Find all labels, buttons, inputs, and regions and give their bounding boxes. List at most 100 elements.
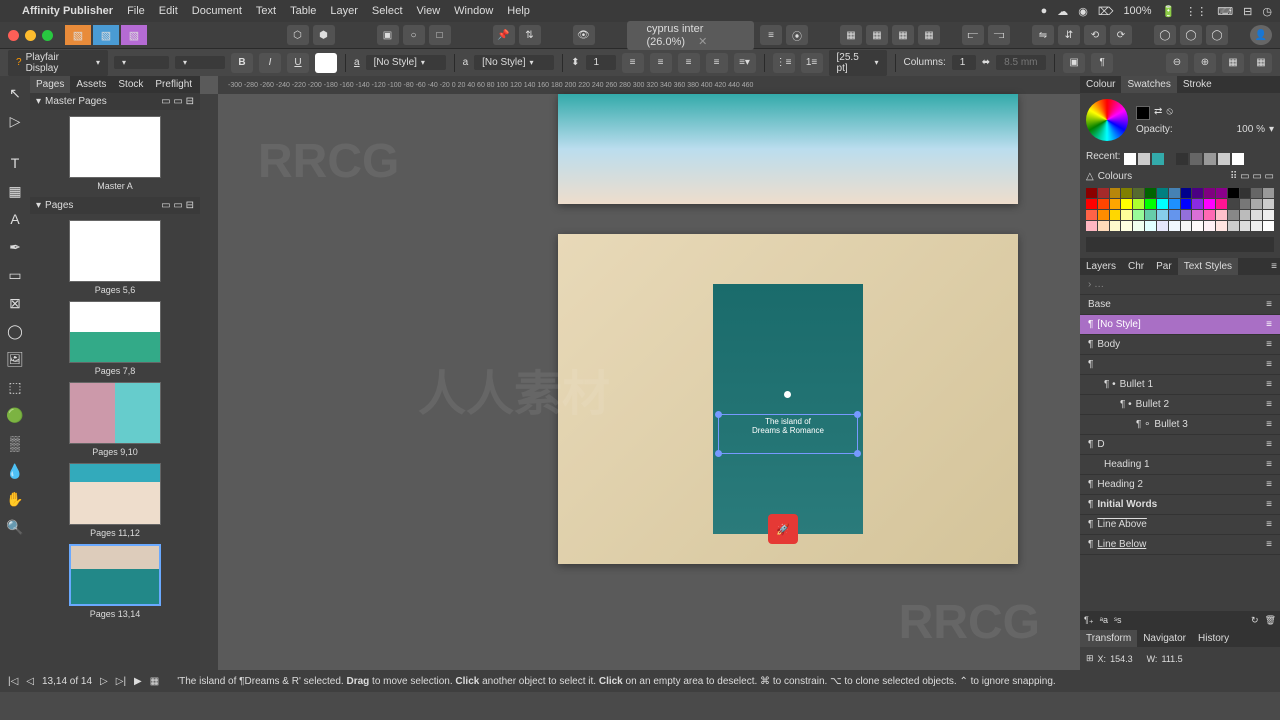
palette-icon[interactable]: △ bbox=[1086, 171, 1094, 182]
palette-options-icon[interactable]: ⠿ ▭ ▭ ▭ bbox=[1230, 171, 1274, 182]
tab-text-styles[interactable]: Text Styles bbox=[1178, 258, 1238, 275]
menu-select[interactable]: Select bbox=[372, 5, 403, 17]
tab-par[interactable]: Par bbox=[1150, 258, 1178, 275]
new-group-style-icon[interactable]: ˢs bbox=[1114, 615, 1122, 626]
style-item[interactable]: ¶ ∘Bullet 3≡ bbox=[1080, 415, 1280, 435]
tab-transform[interactable]: Transform bbox=[1080, 630, 1137, 647]
control-center-icon[interactable]: ⊟ bbox=[1243, 5, 1252, 18]
char-style-select[interactable]: [No Style]▾ bbox=[474, 55, 554, 70]
recent-swatch[interactable] bbox=[1190, 153, 1202, 165]
baseline-icon[interactable]: ≡ bbox=[760, 25, 782, 45]
frame-settings-icon[interactable]: ▦ bbox=[1222, 53, 1244, 73]
last-page-icon[interactable]: ▷| bbox=[116, 676, 126, 687]
pen-tool[interactable]: ✒ bbox=[4, 236, 26, 258]
menu-document[interactable]: Document bbox=[192, 5, 242, 17]
arrange-backward-icon[interactable]: ▦ bbox=[866, 25, 888, 45]
tab-swatches[interactable]: Swatches bbox=[1121, 76, 1176, 93]
font-weight-select[interactable]: ▾ bbox=[175, 56, 225, 69]
vertical-ruler[interactable] bbox=[200, 94, 218, 670]
menu-edit[interactable]: Edit bbox=[159, 5, 178, 17]
italic-button[interactable]: I bbox=[259, 53, 281, 73]
selected-text-frame[interactable]: The island of Dreams & Romance bbox=[718, 414, 858, 454]
snapshot-icon[interactable]: ⬢ bbox=[313, 25, 335, 45]
recent-swatch[interactable] bbox=[1152, 153, 1164, 165]
style-item[interactable]: ¶D≡ bbox=[1080, 435, 1280, 455]
swap-icon[interactable]: ⇄ bbox=[1154, 106, 1162, 120]
transform-x[interactable]: 154.3 bbox=[1110, 654, 1133, 664]
picture-frame-tool[interactable]: ⊠ bbox=[4, 292, 26, 314]
style-item[interactable]: ¶ •Bullet 2≡ bbox=[1080, 395, 1280, 415]
recent-swatch[interactable] bbox=[1124, 153, 1136, 165]
delete-style-icon[interactable]: 🗑 bbox=[1265, 615, 1276, 626]
designer-persona[interactable]: ▧ bbox=[93, 25, 119, 45]
preview-icon[interactable]: 👁 bbox=[573, 25, 595, 45]
keyboard-icon[interactable]: ⌨ bbox=[1217, 5, 1233, 18]
align-center-text-icon[interactable]: ≡ bbox=[650, 53, 672, 73]
preflight-icon[interactable]: ⬡ bbox=[287, 25, 309, 45]
underline-button[interactable]: U bbox=[287, 53, 309, 73]
menu-view[interactable]: View bbox=[417, 5, 441, 17]
ellipse-tool[interactable]: ◯ bbox=[4, 320, 26, 342]
arrange-front-icon[interactable]: ▦ bbox=[918, 25, 940, 45]
square-icon[interactable]: □ bbox=[429, 25, 451, 45]
zoom-out-icon[interactable]: ⊖ bbox=[1166, 53, 1188, 73]
minimize-button[interactable] bbox=[25, 30, 36, 41]
canvas[interactable]: The island of Dreams & Romance 🚀 RRCG 人人… bbox=[218, 94, 1080, 670]
clock-icon[interactable]: ◷ bbox=[1262, 5, 1272, 18]
circle-icon[interactable]: ○ bbox=[403, 25, 425, 45]
spread-13-14[interactable]: The island of Dreams & Romance 🚀 bbox=[558, 234, 1018, 564]
menu-text[interactable]: Text bbox=[256, 5, 276, 17]
add-icon[interactable]: ◯ bbox=[1154, 25, 1176, 45]
recent-swatch[interactable] bbox=[1232, 153, 1244, 165]
subtract-icon[interactable]: ◯ bbox=[1180, 25, 1202, 45]
zoom-in-icon[interactable]: ⊕ bbox=[1194, 53, 1216, 73]
transparency-tool[interactable]: ▒ bbox=[4, 432, 26, 454]
colours-dropdown[interactable]: Colours bbox=[1098, 171, 1132, 182]
tab-colour[interactable]: Colour bbox=[1080, 76, 1121, 93]
account-icon[interactable]: 👤 bbox=[1250, 25, 1272, 45]
pin-icon[interactable]: 📌 bbox=[493, 25, 515, 45]
color-grid[interactable] bbox=[1086, 188, 1274, 231]
arrange-back-icon[interactable]: ▦ bbox=[840, 25, 862, 45]
battery-icon[interactable]: 🔋 bbox=[1162, 5, 1176, 18]
align-center-icon[interactable]: ⫎ bbox=[988, 25, 1010, 45]
update-style-icon[interactable]: ↻ bbox=[1251, 615, 1259, 626]
menu-help[interactable]: Help bbox=[507, 5, 530, 17]
node-tool[interactable]: ▷ bbox=[4, 110, 26, 132]
tab-stock[interactable]: Stock bbox=[112, 76, 149, 93]
style-item[interactable]: Base≡ bbox=[1080, 295, 1280, 315]
spread-11-12[interactable] bbox=[558, 94, 1018, 204]
first-page-icon[interactable]: |◁ bbox=[8, 676, 18, 687]
flip-v-icon[interactable]: ⇵ bbox=[1058, 25, 1080, 45]
font-size-select[interactable]: ▾ bbox=[114, 56, 169, 69]
align-left-text-icon[interactable]: ≡ bbox=[622, 53, 644, 73]
style-item[interactable]: ¶≡ bbox=[1080, 355, 1280, 375]
style-current[interactable]: › … bbox=[1080, 275, 1280, 295]
fill-tool[interactable]: 🟢 bbox=[4, 404, 26, 426]
panel-menu-icon[interactable]: ≡ bbox=[1268, 258, 1280, 275]
align-more-icon[interactable]: ≡▾ bbox=[734, 53, 756, 73]
style-item[interactable]: Heading 1≡ bbox=[1080, 455, 1280, 475]
page-thumb[interactable]: Pages 11,12 bbox=[69, 463, 161, 538]
page-indicator[interactable]: 13,14 of 14 bbox=[42, 676, 92, 687]
menu-layer[interactable]: Layer bbox=[330, 5, 358, 17]
rotate-cw-icon[interactable]: ⟳ bbox=[1110, 25, 1132, 45]
close-button[interactable] bbox=[8, 30, 19, 41]
page-thumb[interactable]: Pages 9,10 bbox=[69, 382, 161, 457]
app-name[interactable]: Affinity Publisher bbox=[22, 5, 113, 17]
intersect-icon[interactable]: ◯ bbox=[1206, 25, 1228, 45]
document-title[interactable]: cyprus inter (26.0%) ✕ bbox=[627, 21, 755, 50]
new-para-style-icon[interactable]: ¶₊ bbox=[1084, 615, 1094, 626]
tab-layers[interactable]: Layers bbox=[1080, 258, 1122, 275]
wifi-icon[interactable]: ⋮⋮ bbox=[1185, 5, 1207, 18]
rotate-ccw-icon[interactable]: ⟲ bbox=[1084, 25, 1106, 45]
style-item[interactable]: ¶Body≡ bbox=[1080, 335, 1280, 355]
flip-h-icon[interactable]: ⇋ bbox=[1032, 25, 1054, 45]
rocket-icon[interactable]: 🚀 bbox=[768, 514, 798, 544]
typography-icon[interactable]: ¶ bbox=[1091, 53, 1113, 73]
columns-input[interactable]: 1 bbox=[952, 55, 976, 70]
tab-history[interactable]: History bbox=[1192, 630, 1235, 647]
rectangle-tool[interactable]: ▭ bbox=[4, 264, 26, 286]
tab-assets[interactable]: Assets bbox=[70, 76, 112, 93]
style-item[interactable]: ¶Line Above≡ bbox=[1080, 515, 1280, 535]
